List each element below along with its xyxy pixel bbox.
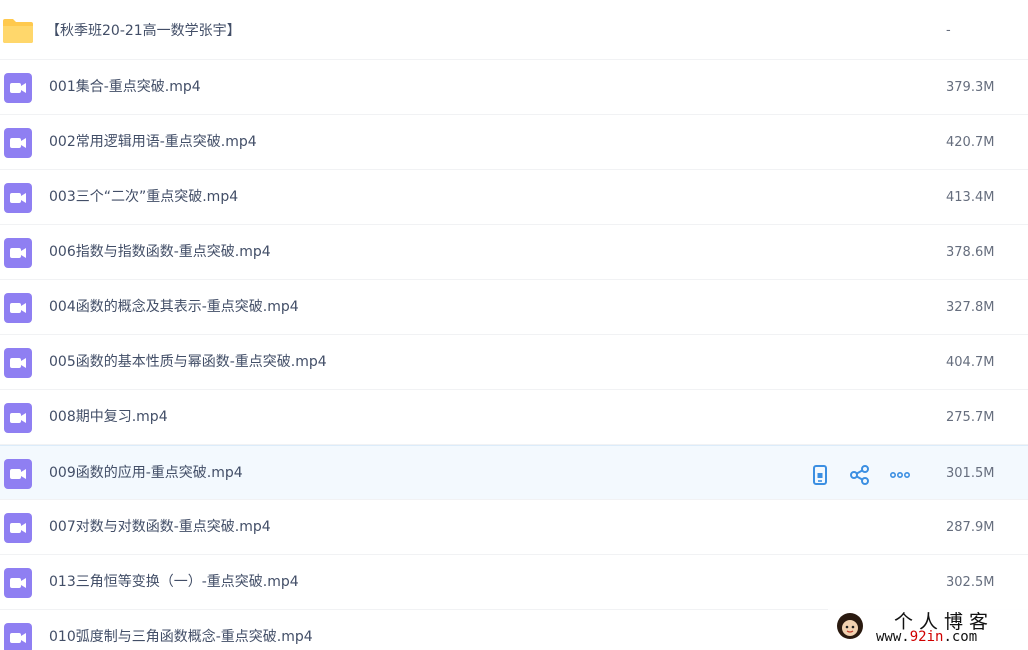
video-file-icon — [4, 73, 32, 103]
video-file-icon — [4, 403, 32, 433]
video-file-icon — [4, 459, 32, 489]
file-name[interactable]: 002常用逻辑用语-重点突破.mp4 — [49, 115, 257, 170]
video-file-icon — [4, 183, 32, 213]
file-name[interactable]: 007对数与对数函数-重点突破.mp4 — [49, 500, 271, 555]
share-button[interactable] — [849, 464, 871, 486]
video-file-icon — [4, 238, 32, 268]
file-size: 378.6M — [946, 245, 995, 260]
file-size: 413.4M — [946, 190, 995, 205]
file-row[interactable]: 001集合-重点突破.mp4 379.3M — [0, 60, 1028, 115]
watermark-url-suffix: .com — [943, 629, 978, 645]
folder-name[interactable]: 【秋季班20-21高一数学张宇】 — [46, 0, 241, 62]
phone-icon — [809, 465, 831, 490]
file-size: 275.7M — [946, 410, 995, 425]
file-name[interactable]: 004函数的概念及其表示-重点突破.mp4 — [49, 280, 299, 335]
folder-icon — [3, 19, 33, 43]
send-to-phone-button[interactable] — [809, 464, 831, 486]
file-row[interactable]: 009函数的应用-重点突破.mp4 301.5M — [0, 445, 1028, 500]
watermark: 个人博客 www.92in.com — [828, 604, 1028, 650]
file-row[interactable]: 003三个“二次”重点突破.mp4 413.4M — [0, 170, 1028, 225]
video-file-icon — [4, 348, 32, 378]
file-row[interactable]: 005函数的基本性质与幂函数-重点突破.mp4 404.7M — [0, 335, 1028, 390]
folder-row[interactable]: 【秋季班20-21高一数学张宇】 - — [0, 0, 1028, 60]
file-name[interactable]: 013三角恒等变换（一）-重点突破.mp4 — [49, 555, 299, 610]
file-row[interactable]: 002常用逻辑用语-重点突破.mp4 420.7M — [0, 115, 1028, 170]
avatar-icon — [837, 613, 863, 639]
file-name[interactable]: 003三个“二次”重点突破.mp4 — [49, 170, 238, 225]
file-row[interactable]: 006指数与指数函数-重点突破.mp4 378.6M — [0, 225, 1028, 280]
file-name[interactable]: 006指数与指数函数-重点突破.mp4 — [49, 225, 271, 280]
video-file-icon — [4, 513, 32, 543]
video-file-icon — [4, 128, 32, 158]
file-row[interactable]: 007对数与对数函数-重点突破.mp4 287.9M — [0, 500, 1028, 555]
video-file-icon — [4, 568, 32, 598]
file-size: 420.7M — [946, 135, 995, 150]
file-list: 【秋季班20-21高一数学张宇】 - 001集合-重点突破.mp4 379.3M 0… — [0, 0, 1028, 650]
more-icon — [889, 471, 911, 490]
file-rows: 001集合-重点突破.mp4 379.3M 002常用逻辑用语-重点突破.mp4 42… — [0, 60, 1028, 650]
file-name[interactable]: 010弧度制与三角函数概念-重点突破.mp4 — [49, 610, 313, 650]
share-icon — [849, 465, 871, 490]
file-row[interactable]: 013三角恒等变换（一）-重点突破.mp4 302.5M — [0, 555, 1028, 610]
watermark-url-highlight: 92in — [909, 629, 944, 645]
file-size: 287.9M — [946, 520, 995, 535]
more-button[interactable] — [889, 464, 911, 486]
file-size: 302.5M — [946, 575, 995, 590]
file-name[interactable]: 009函数的应用-重点突破.mp4 — [49, 446, 243, 501]
video-file-icon — [4, 623, 32, 650]
file-size: 327.8M — [946, 300, 995, 315]
file-name[interactable]: 001集合-重点突破.mp4 — [49, 60, 201, 115]
watermark-url-prefix: www. — [876, 629, 910, 645]
file-row[interactable]: 004函数的概念及其表示-重点突破.mp4 327.8M — [0, 280, 1028, 335]
video-file-icon — [4, 293, 32, 323]
watermark-url: www.92in.com — [876, 629, 977, 645]
file-size: 404.7M — [946, 355, 995, 370]
file-row[interactable]: 008期中复习.mp4 275.7M — [0, 390, 1028, 445]
file-name[interactable]: 008期中复习.mp4 — [49, 390, 168, 445]
file-size: 301.5M — [946, 466, 995, 481]
folder-size: - — [946, 23, 951, 38]
file-size: 379.3M — [946, 80, 995, 95]
file-name[interactable]: 005函数的基本性质与幂函数-重点突破.mp4 — [49, 335, 327, 390]
